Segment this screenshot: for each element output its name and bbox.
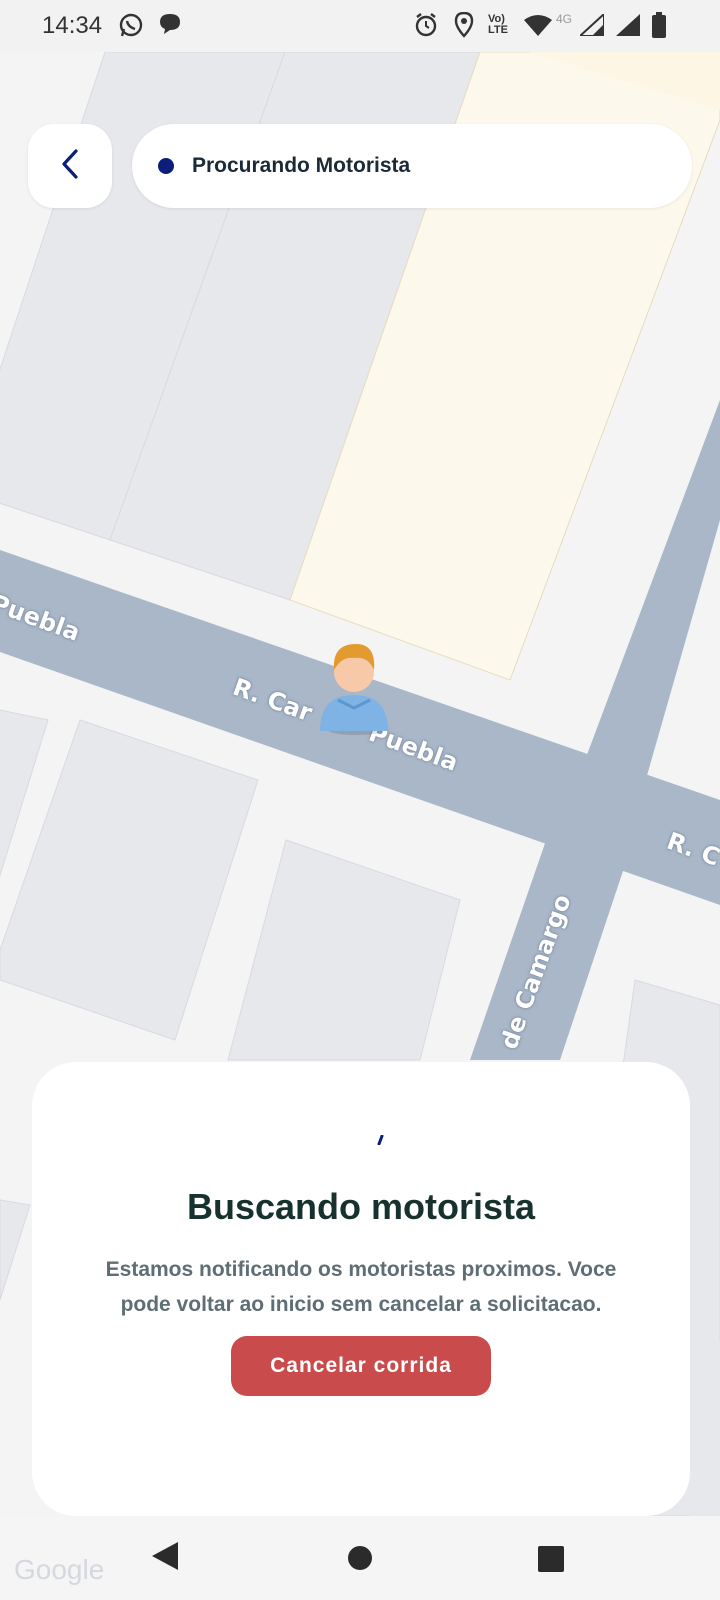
ride-status-text: Procurando Motorista — [192, 154, 411, 177]
nav-back-icon[interactable] — [150, 1540, 180, 1577]
loading-spinner-icon — [376, 1132, 386, 1146]
volte-icon: Vo) LTE — [488, 13, 508, 36]
ride-status-pill: Procurando Motorista — [132, 124, 692, 208]
cancel-ride-button[interactable]: Cancelar corrida — [231, 1336, 491, 1396]
status-bar: 14:34 Vo) LTE 4G — [0, 0, 720, 52]
status-dot — [158, 158, 174, 174]
system-nav-bar — [0, 1516, 720, 1600]
searching-driver-sheet: Buscando motorista Estamos notificando o… — [32, 1062, 690, 1516]
chat-bubble-icon — [158, 12, 182, 36]
sheet-message: Estamos notificando os motoristas proxim… — [105, 1258, 617, 1316]
chevron-left-icon — [59, 148, 81, 185]
signal-icon — [616, 14, 640, 36]
whatsapp-icon — [118, 12, 144, 38]
alarm-icon — [414, 12, 438, 38]
nav-recents-icon[interactable] — [538, 1546, 564, 1577]
signal-4g-label: 4G — [556, 12, 573, 26]
google-logo: Google — [14, 1554, 105, 1585]
back-button[interactable] — [28, 124, 112, 208]
signal-4g-icon — [580, 14, 604, 36]
wifi-icon — [524, 14, 552, 36]
battery-icon — [652, 12, 666, 38]
status-time: 14:34 — [42, 12, 103, 39]
user-location-avatar[interactable] — [316, 636, 390, 736]
location-pin-icon — [454, 12, 474, 38]
nav-home-icon[interactable] — [348, 1546, 372, 1575]
sheet-title: Buscando motorista — [186, 1186, 536, 1227]
